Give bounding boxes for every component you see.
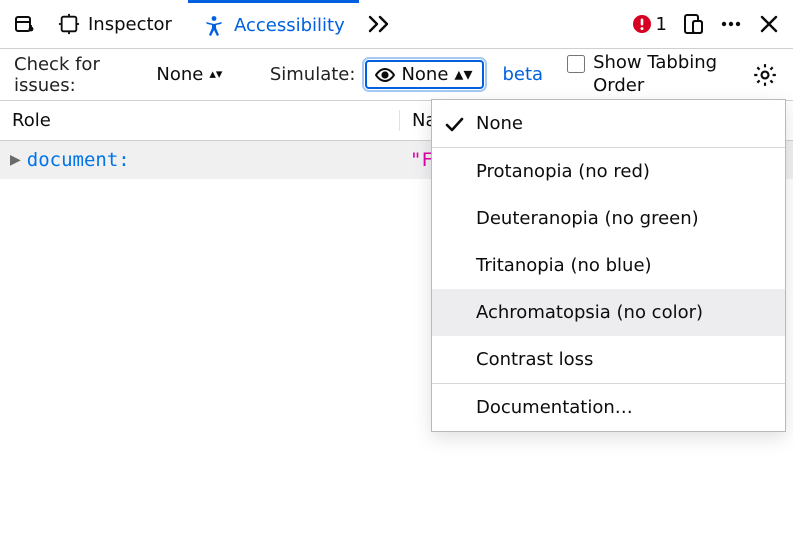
column-role[interactable]: Role [0,110,400,131]
sort-arrows-icon: ▴▾ [454,64,472,85]
check-issues-value: None [156,64,203,85]
dock-icon[interactable] [6,6,42,42]
simulate-menu-item-label: Deuteranopia (no green) [476,208,699,229]
tab-accessibility[interactable]: Accessibility [188,0,359,49]
close-icon[interactable] [751,6,787,42]
eye-icon [375,68,395,82]
simulate-menu-item-label: None [476,113,523,134]
simulate-menu-item[interactable]: Contrast loss [432,336,785,383]
simulate-select[interactable]: None ▴▾ [365,60,484,89]
simulate-menu-item-label: Achromatopsia (no color) [476,302,703,323]
tree-role-value: document: [27,149,130,171]
show-tabbing-order-checkbox[interactable]: Show Tabbing Order [567,52,741,97]
simulate-menu-item-label: Documentation… [476,397,633,418]
accessibility-icon [202,14,226,38]
accessibility-options-row: Check for issues: None ▴▾ Simulate: None… [0,49,793,101]
simulate-menu-item-label: Protanopia (no red) [476,161,650,182]
simulate-menu-item-label: Contrast loss [476,349,593,370]
show-tabbing-order-input[interactable] [567,53,585,75]
error-indicator[interactable]: 1 [626,14,673,35]
show-tabbing-order-label: Show Tabbing Order [593,52,741,97]
simulate-menu-item[interactable]: Tritanopia (no blue) [432,242,785,289]
checkmark-icon [444,114,464,134]
simulate-menu-item-label: Tritanopia (no blue) [476,255,652,276]
kebab-menu-icon[interactable] [713,6,749,42]
responsive-mode-icon[interactable] [675,6,711,42]
inspector-icon [58,13,80,35]
overflow-tabs-icon[interactable] [361,6,397,42]
disclosure-triangle-icon[interactable]: ▶ [10,152,21,168]
error-count: 1 [656,14,667,35]
simulate-menu-item[interactable]: Protanopia (no red) [432,148,785,195]
sort-arrows-icon: ▴▾ [209,68,222,81]
gear-icon[interactable] [751,58,779,92]
devtools-tabbar: Inspector Accessibility 1 [0,0,793,49]
tab-inspector-label: Inspector [88,14,172,35]
check-issues-label: Check for issues: [14,54,140,96]
simulate-menu-item[interactable]: None [432,100,785,147]
simulate-menu-item[interactable]: Achromatopsia (no color) [432,289,785,336]
check-issues-select[interactable]: None ▴▾ [150,62,228,87]
simulate-value: None [401,64,448,85]
tab-accessibility-label: Accessibility [234,15,345,36]
tab-inspector[interactable]: Inspector [44,0,186,49]
simulate-label: Simulate: [270,64,356,85]
simulate-menu-item[interactable]: Documentation… [432,384,785,431]
simulate-menu-item[interactable]: Deuteranopia (no green) [432,195,785,242]
simulate-menu: None Protanopia (no red) Deuteranopia (no … [431,99,786,432]
beta-badge: beta [502,64,543,85]
